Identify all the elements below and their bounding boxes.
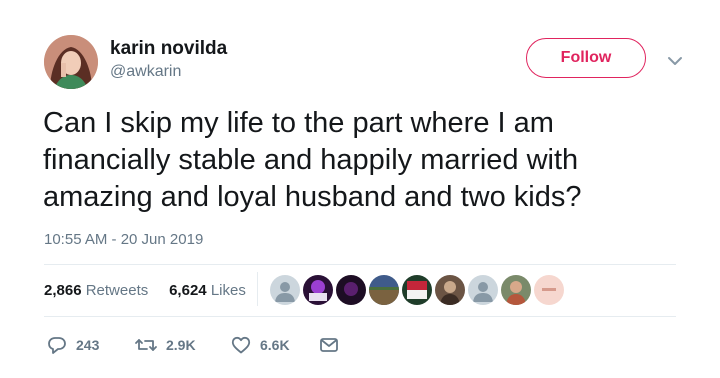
likes-stat-label: Likes — [210, 282, 246, 299]
landscape-avatar-icon — [369, 275, 399, 305]
pink-avatar-icon — [534, 275, 564, 305]
liker-avatar[interactable] — [468, 275, 498, 305]
flag-avatar-icon — [402, 275, 432, 305]
tweet-text-line: amazing and loyal husband and two kids? — [43, 181, 582, 213]
liker-avatar[interactable] — [501, 275, 531, 305]
likers-avatars — [270, 275, 564, 305]
retweets-stat-count: 2,866 — [44, 282, 82, 299]
reply-icon — [48, 337, 66, 354]
author-name[interactable]: karin novilda — [110, 38, 227, 60]
follow-button[interactable]: Follow — [526, 38, 646, 78]
dark-avatar-icon — [336, 275, 366, 305]
retweets-stat[interactable]: 2,866 Retweets — [44, 282, 148, 299]
reply-count: 243 — [76, 337, 100, 353]
likes-stat[interactable]: 6,624 Likes — [169, 282, 246, 299]
chevron-down-icon — [668, 57, 682, 65]
stats-separator — [257, 272, 258, 306]
profile-photo-icon — [44, 35, 98, 89]
liker-avatar[interactable] — [534, 275, 564, 305]
retweets-stat-label: Retweets — [85, 282, 149, 299]
tweet-stats: 2,866 Retweets 6,624 Likes — [44, 282, 246, 299]
divider — [44, 264, 676, 265]
liker-avatar[interactable] — [336, 275, 366, 305]
retweet-button[interactable]: 2.9K — [134, 331, 196, 359]
purple-avatar-icon — [303, 275, 333, 305]
tweet-menu-button[interactable] — [664, 50, 686, 72]
reply-button[interactable]: 243 — [46, 331, 99, 359]
tweet-timestamp[interactable]: 10:55 AM - 20 Jun 2019 — [44, 231, 203, 248]
direct-message-button[interactable] — [318, 331, 340, 359]
retweet-count: 2.9K — [166, 337, 196, 353]
divider — [44, 316, 676, 317]
like-count: 6.6K — [260, 337, 290, 353]
liker-avatar[interactable] — [369, 275, 399, 305]
author-avatar[interactable] — [44, 35, 98, 89]
liker-avatar[interactable] — [402, 275, 432, 305]
liker-avatar[interactable] — [270, 275, 300, 305]
envelope-icon — [320, 338, 338, 352]
liker-avatar[interactable] — [303, 275, 333, 305]
heart-icon — [231, 336, 251, 354]
tweet-text-line: Can I skip my life to the part where I a… — [43, 107, 554, 139]
default-avatar-icon — [270, 275, 300, 305]
tweet-text-line: financially stable and happily married w… — [43, 144, 579, 176]
outdoor-avatar-icon — [501, 275, 531, 305]
tweet-card: karin novilda @awkarin Follow Can I skip… — [0, 0, 720, 378]
author-handle[interactable]: @awkarin — [110, 63, 181, 81]
default-avatar-icon — [468, 275, 498, 305]
likes-stat-count: 6,624 — [169, 282, 207, 299]
liker-avatar[interactable] — [435, 275, 465, 305]
like-button[interactable]: 6.6K — [230, 331, 290, 359]
retweet-icon — [135, 339, 157, 351]
tweet-text: Can I skip my life to the part where I a… — [43, 105, 683, 216]
sepia-avatar-icon — [435, 275, 465, 305]
